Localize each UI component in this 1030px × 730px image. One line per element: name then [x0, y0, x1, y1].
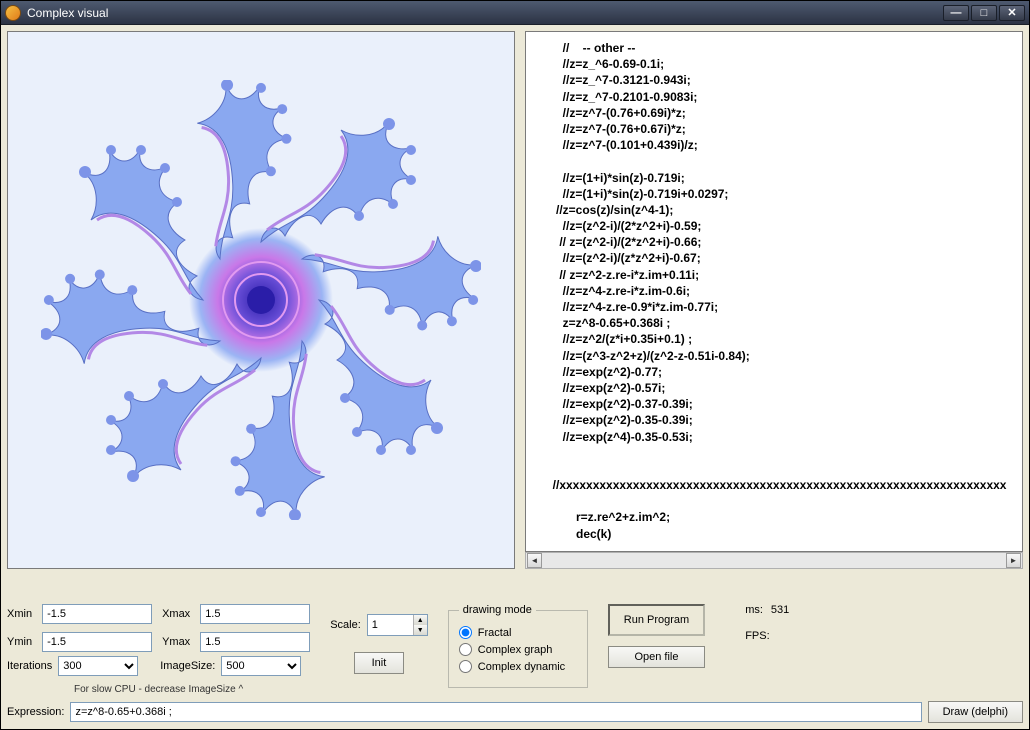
ymin-input[interactable]: [42, 632, 152, 652]
expression-row: Expression: Draw (delphi): [7, 701, 1023, 723]
top-row: // -- other -- //z=z_^6-0.69-0.1i; //z=z…: [7, 31, 1023, 598]
mode-graph-label: Complex graph: [478, 644, 553, 656]
code-panel: // -- other -- //z=z_^6-0.69-0.1i; //z=z…: [525, 31, 1023, 569]
imagesize-select[interactable]: 500: [221, 656, 301, 676]
expression-label: Expression:: [7, 706, 64, 718]
mode-dynamic-radio[interactable]: [459, 660, 472, 673]
scale-up-icon[interactable]: ▲: [413, 615, 427, 625]
scale-down-icon[interactable]: ▼: [413, 625, 427, 635]
window-title: Complex visual: [27, 6, 943, 20]
iterations-select[interactable]: 300: [58, 656, 138, 676]
action-buttons: Run Program Open file: [608, 604, 705, 668]
cpu-hint: For slow CPU - decrease ImageSize ^: [7, 680, 310, 695]
app-icon: [5, 5, 21, 21]
xmax-input[interactable]: [200, 604, 310, 624]
mode-fractal-radio[interactable]: [459, 626, 472, 639]
ymax-label: Ymax: [162, 636, 190, 648]
scale-spinner[interactable]: ▲ ▼: [367, 614, 428, 636]
window-buttons: ― □ ✕: [943, 5, 1025, 21]
xmax-label: Xmax: [162, 608, 190, 620]
expression-input[interactable]: [70, 702, 921, 722]
client-area: // -- other -- //z=z_^6-0.69-0.1i; //z=z…: [1, 25, 1029, 729]
scale-init-block: Scale: ▲ ▼ Init: [330, 604, 428, 674]
mode-dynamic-label: Complex dynamic: [478, 661, 565, 673]
fractal-canvas: [7, 31, 515, 569]
mode-complex-graph[interactable]: Complex graph: [459, 643, 577, 656]
app-window: Complex visual ― □ ✕: [0, 0, 1030, 730]
fps-label: FPS:: [745, 630, 769, 642]
close-button[interactable]: ✕: [999, 5, 1025, 21]
titlebar: Complex visual ― □ ✕: [1, 1, 1029, 25]
open-file-button[interactable]: Open file: [608, 646, 705, 668]
imagesize-label: ImageSize:: [160, 660, 215, 672]
scroll-left-icon[interactable]: ◄: [527, 553, 542, 568]
ymin-label: Ymin: [7, 636, 32, 648]
code-editor[interactable]: // -- other -- //z=z_^6-0.69-0.1i; //z=z…: [525, 31, 1023, 552]
iterations-label: Iterations: [7, 660, 52, 672]
ymax-input[interactable]: [200, 632, 310, 652]
scroll-right-icon[interactable]: ►: [1006, 553, 1021, 568]
fractal-image: [41, 80, 481, 520]
xmin-label: Xmin: [7, 608, 32, 620]
minimize-button[interactable]: ―: [943, 5, 969, 21]
coord-iter-block: Xmin Xmax Ymin Ymax Iterations 300 Image…: [7, 604, 310, 695]
ms-value: 531: [771, 604, 789, 616]
scale-input[interactable]: [368, 615, 413, 635]
drawing-mode-legend: drawing mode: [459, 604, 536, 616]
mode-graph-radio[interactable]: [459, 643, 472, 656]
mode-fractal[interactable]: Fractal: [459, 626, 577, 639]
mode-complex-dynamic[interactable]: Complex dynamic: [459, 660, 577, 673]
stats-block: ms: 531 FPS:: [745, 604, 789, 642]
controls-row: Xmin Xmax Ymin Ymax Iterations 300 Image…: [7, 604, 1023, 695]
scale-label: Scale:: [330, 619, 361, 631]
xmin-input[interactable]: [42, 604, 152, 624]
run-program-button[interactable]: Run Program: [608, 604, 705, 636]
init-button[interactable]: Init: [354, 652, 404, 674]
mode-fractal-label: Fractal: [478, 627, 512, 639]
ms-label: ms:: [745, 604, 763, 616]
scale-block: Scale: ▲ ▼: [330, 614, 428, 636]
horizontal-scrollbar[interactable]: ◄ ►: [525, 552, 1023, 569]
draw-button[interactable]: Draw (delphi): [928, 701, 1023, 723]
drawing-mode-group: drawing mode Fractal Complex graph Compl…: [448, 604, 588, 688]
maximize-button[interactable]: □: [971, 5, 997, 21]
coord-block: Xmin Xmax Ymin Ymax: [7, 604, 310, 652]
iter-row: Iterations 300 ImageSize: 500: [7, 656, 310, 676]
